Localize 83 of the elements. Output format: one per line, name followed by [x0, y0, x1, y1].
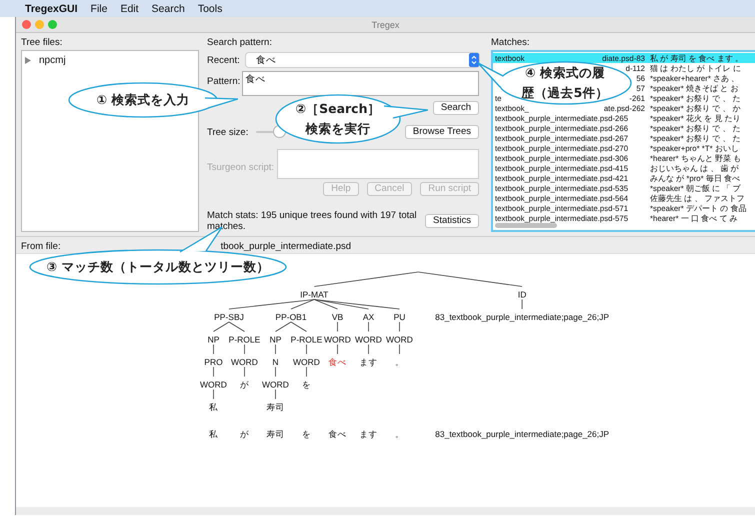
node-label: 83_textbook_purple_intermediate;page_26;JP [435, 312, 610, 322]
field-label: Tsurgeon script: [207, 162, 274, 173]
section-label: Search pattern: [207, 37, 273, 48]
zoom-button[interactable] [48, 20, 57, 29]
node-label: 食べ [328, 357, 346, 367]
node-label: を [302, 380, 311, 390]
branch-line [213, 389, 214, 400]
node-label: PU [394, 312, 406, 322]
yield-word: を [302, 429, 311, 439]
recent-dropdown[interactable]: 食べ [246, 53, 479, 67]
node-label: PP-OB1 [275, 312, 307, 322]
node-label: 寿司 [266, 402, 284, 412]
branch-line [337, 344, 338, 354]
branch-line [244, 366, 245, 377]
tree-item[interactable]: npcmj [39, 55, 66, 66]
field-label: Tree size: [207, 126, 248, 138]
panel-label: Tree files: [21, 37, 64, 48]
branch-line [337, 322, 338, 332]
yield-word: 食べ [328, 429, 346, 439]
yield-word: 。 [395, 429, 404, 439]
node-label: WORD [293, 357, 320, 367]
file-name: tbook_purple_intermediate.psd [220, 241, 352, 253]
branch-line [306, 366, 307, 377]
branch-line [368, 344, 369, 354]
branch-line [213, 366, 214, 377]
yield-word: が [240, 429, 249, 439]
node-label: IP-MAT [300, 290, 328, 300]
node-label: P-ROLE [228, 334, 260, 344]
app-menu[interactable]: TregexGUI [25, 2, 78, 14]
node-label: WORD [231, 357, 258, 367]
branch-line [275, 389, 276, 400]
yield-word: 83_textbook_purple_intermediate;page_26;JP [435, 429, 610, 439]
node-label: WORD [200, 380, 227, 390]
yield-word: ます [360, 429, 378, 439]
node-label: PRO [204, 357, 223, 367]
node-label: 私 [209, 402, 218, 412]
branch-line [275, 322, 292, 332]
node-label: 。 [395, 357, 404, 367]
menu-item[interactable]: Search [152, 2, 185, 14]
node-label: WORD [386, 334, 413, 344]
yield-word: 私 [209, 429, 218, 439]
node-label: ID [518, 290, 526, 300]
minimize-button[interactable] [35, 20, 44, 29]
branch-line [275, 366, 276, 377]
branch-line [213, 322, 230, 332]
branch-line [399, 344, 400, 354]
expand-arrow-icon[interactable] [25, 57, 31, 64]
branch-line [306, 344, 307, 354]
browse-trees-button[interactable]: Browse Trees [404, 125, 479, 139]
field-label: Recent: [207, 54, 240, 66]
menu-item[interactable]: Tools [198, 2, 222, 14]
statistics-button[interactable]: Statistics [424, 214, 479, 228]
branch-line [228, 322, 245, 332]
node-label: NP [208, 334, 220, 344]
node-label: が [240, 380, 249, 390]
branch-line [290, 322, 307, 332]
node-label: NP [270, 334, 282, 344]
search-button[interactable]: Search [432, 101, 479, 115]
node-label: ます [360, 357, 378, 367]
panel-label: Matches: [491, 37, 531, 48]
node-label: P-ROLE [290, 334, 322, 344]
branch-line [399, 322, 400, 332]
yield-word: 寿司 [266, 429, 284, 439]
menu-item[interactable]: Edit [120, 2, 139, 14]
match-stats-text: Match stats: 195 unique trees found with 197 total matches. [207, 210, 417, 232]
node-label: WORD [355, 334, 382, 344]
branch-line [244, 344, 245, 354]
node-label: AX [362, 312, 374, 322]
window-title: Tregex [372, 20, 400, 30]
node-label: PP-SBJ [214, 312, 244, 322]
node-label: WORD [262, 380, 289, 390]
scrollbar-thumb[interactable] [495, 223, 557, 228]
field-label: From file: [21, 241, 61, 253]
node-label: VB [332, 312, 344, 322]
branch-line [275, 344, 276, 354]
branch-line [213, 344, 214, 354]
close-button[interactable] [22, 20, 31, 29]
tsurgeon-field[interactable] [277, 149, 479, 179]
node-label: N [272, 357, 279, 367]
stepper-icon [469, 53, 479, 67]
branch-line [368, 322, 369, 332]
menu-item[interactable]: File [90, 2, 108, 14]
node-label: WORD [324, 334, 351, 344]
